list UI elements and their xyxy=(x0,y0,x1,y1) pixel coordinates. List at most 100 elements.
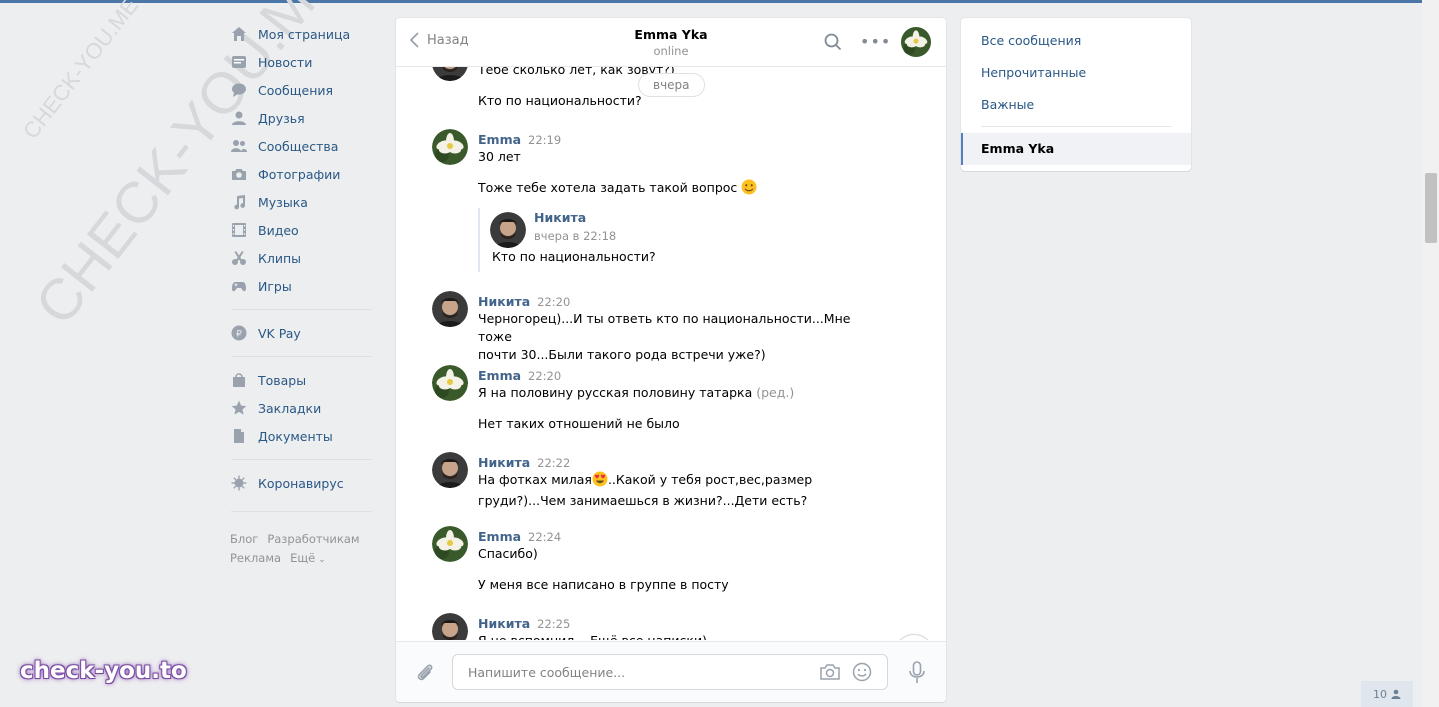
nav-item-my-page[interactable]: Моя страница xyxy=(228,20,380,48)
avatar[interactable] xyxy=(432,67,468,81)
forwarded-message[interactable]: Никита вчера в 22:18 Кто по национальнос… xyxy=(478,208,790,272)
message-body: Emma 22:19 30 лет Тоже тебе хотела задать… xyxy=(478,129,878,272)
message-body: Никита 22:22 На фотках милая ..Какой у теб… xyxy=(478,452,878,510)
music-icon xyxy=(231,194,247,210)
top-accent-bar xyxy=(0,0,1422,3)
search-button[interactable] xyxy=(824,33,842,55)
message-time[interactable]: 22:25 xyxy=(537,617,570,631)
nav-item-music[interactable]: Музыка xyxy=(228,188,380,216)
watermark-small: CHECK-YOU.ME xyxy=(18,0,144,144)
nav-item-bookmarks[interactable]: Закладки xyxy=(228,394,380,422)
nav-item-clips[interactable]: Клипы xyxy=(228,244,380,272)
message-author[interactable]: Emma xyxy=(478,529,521,544)
nav-item-news[interactable]: Новости xyxy=(228,48,380,76)
filter-important[interactable]: Важные xyxy=(981,97,1034,112)
active-conversation-label: Emma Yka xyxy=(981,141,1055,156)
forwarded-time[interactable]: вчера в 22:18 xyxy=(534,229,616,243)
footer-link-more[interactable]: Ещё ⌄ xyxy=(290,551,335,565)
camera-button[interactable] xyxy=(819,663,841,685)
message-text: Нет таких отношений не было xyxy=(478,416,680,431)
lotus-avatar-icon xyxy=(901,27,931,57)
avatar[interactable] xyxy=(432,613,468,640)
avatar[interactable] xyxy=(432,291,468,327)
nav-item-video[interactable]: Видео xyxy=(228,216,380,244)
nav-label: Фотографии xyxy=(258,166,341,182)
nav-item-games[interactable]: Игры xyxy=(228,272,380,300)
nav-divider xyxy=(231,356,372,357)
message-text: Тоже тебе хотела задать такой вопрос xyxy=(478,179,878,200)
svg-text:₽: ₽ xyxy=(236,330,242,340)
filter-unread[interactable]: Непрочитанные xyxy=(981,65,1086,80)
nav-item-documents[interactable]: Документы xyxy=(228,422,380,450)
edited-mark[interactable]: (ред.) xyxy=(756,385,794,400)
nav-label: Видео xyxy=(258,222,299,238)
nav-label: Музыка xyxy=(258,194,308,210)
nav-label: Товары xyxy=(258,372,307,388)
page-scrollbar-thumb[interactable] xyxy=(1425,173,1437,243)
message-history[interactable]: вчера Тебе сколько лет, как зовут?) Кто … xyxy=(396,67,946,640)
message-author[interactable]: Emma xyxy=(478,368,521,383)
message-text: Я на половину русская половину татарка (… xyxy=(478,384,878,402)
peer-avatar[interactable] xyxy=(901,27,931,61)
scroll-down-button[interactable] xyxy=(894,634,934,640)
voice-message-button[interactable] xyxy=(908,661,926,689)
message-body: Никита 22:20 Черногорец)...И ты ответь кт… xyxy=(478,291,878,364)
nav-item-coronavirus[interactable]: Коронавирус xyxy=(228,469,380,497)
message-text-content: Я на половину русская половину татарка xyxy=(478,385,753,400)
message-time[interactable]: 22:24 xyxy=(528,530,561,544)
nav-divider xyxy=(231,511,372,512)
nikita-avatar-icon xyxy=(432,613,468,640)
forwarded-author[interactable]: Никита xyxy=(534,210,586,225)
nav-item-messages[interactable]: Сообщения xyxy=(228,76,380,104)
nav-item-friends[interactable]: Друзья xyxy=(228,104,380,132)
message-input[interactable] xyxy=(466,664,810,681)
page-scrollbar[interactable] xyxy=(1422,0,1439,707)
search-icon xyxy=(824,33,842,51)
message-text-content: ..Какой у тебя рост,вес,размер xyxy=(607,472,813,487)
footer-link-blog[interactable]: Блог xyxy=(230,532,258,546)
camera-icon xyxy=(820,664,840,680)
emoji-button[interactable] xyxy=(852,662,872,686)
nikita-avatar-icon xyxy=(432,452,468,488)
nav-item-photos[interactable]: Фотографии xyxy=(228,160,380,188)
avatar[interactable] xyxy=(432,365,468,401)
communities-icon xyxy=(231,138,247,154)
nikita-avatar-icon xyxy=(490,212,526,248)
message-input-box[interactable] xyxy=(452,654,888,690)
nav-label: Новости xyxy=(258,54,313,70)
chat-header: Назад Emma Yka online ••• xyxy=(396,18,946,67)
message-time[interactable]: 22:20 xyxy=(537,295,570,309)
nav-label: Друзья xyxy=(258,110,305,126)
message-author[interactable]: Никита xyxy=(478,294,530,309)
nav-label: Сообщения xyxy=(258,82,334,98)
nav-item-market[interactable]: Товары xyxy=(228,366,380,394)
nikita-avatar-icon xyxy=(432,291,468,327)
footer-link-ads[interactable]: Реклама xyxy=(230,551,281,565)
microphone-icon xyxy=(909,661,925,683)
nav-label: Игры xyxy=(258,278,292,294)
message-time[interactable]: 22:20 xyxy=(528,369,561,383)
avatar[interactable] xyxy=(432,129,468,165)
active-conversation[interactable]: Emma Yka xyxy=(961,133,1191,165)
message-time[interactable]: 22:19 xyxy=(528,133,561,147)
footer-link-developers[interactable]: Разработчикам xyxy=(267,532,359,546)
nav-label: Сообщества xyxy=(258,138,339,154)
nav-label: VK Pay xyxy=(258,325,301,341)
heart-eyes-emoji-icon xyxy=(592,471,608,492)
avatar[interactable] xyxy=(432,452,468,488)
nav-item-communities[interactable]: Сообщества xyxy=(228,132,380,160)
message-author[interactable]: Никита xyxy=(478,455,530,470)
more-button[interactable]: ••• xyxy=(860,32,891,51)
messages-icon xyxy=(231,82,247,98)
message-author[interactable]: Никита xyxy=(478,616,530,631)
message-author[interactable]: Emma xyxy=(478,132,521,147)
online-friends-badge[interactable]: 10 xyxy=(1361,681,1413,707)
attach-button[interactable] xyxy=(414,661,436,687)
forwarded-avatar[interactable] xyxy=(490,212,526,248)
nav-item-vkpay[interactable]: ₽ VK Pay xyxy=(228,319,380,347)
message-text: 30 лет xyxy=(478,149,521,164)
bag-icon xyxy=(231,372,247,388)
message-time[interactable]: 22:22 xyxy=(537,456,570,470)
filter-all-messages[interactable]: Все сообщения xyxy=(981,33,1081,48)
avatar[interactable] xyxy=(432,526,468,562)
